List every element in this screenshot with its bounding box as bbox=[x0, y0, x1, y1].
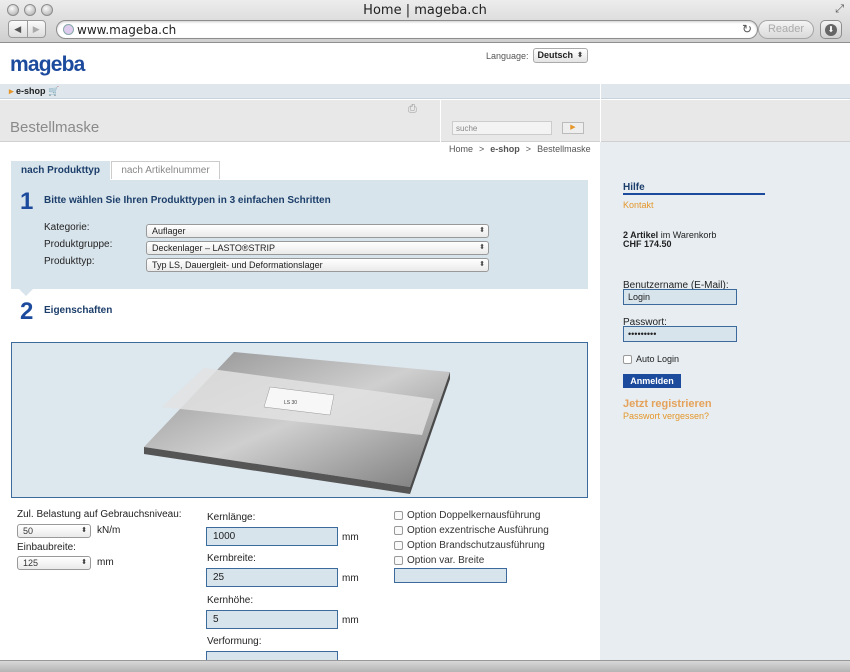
step1-panel: 1 Bitte wählen Sie Ihren Produkttypen in… bbox=[11, 180, 588, 296]
globe-icon bbox=[63, 24, 74, 35]
updown-icon: ⬍ bbox=[81, 559, 87, 566]
help-underline bbox=[623, 193, 765, 195]
core-length-label: Kernlänge: bbox=[207, 512, 256, 523]
downloads-button[interactable]: ⬇ bbox=[820, 20, 842, 39]
produkttyp-select[interactable]: Typ LS, Dauergleit- und Deformationslage… bbox=[146, 258, 489, 272]
reload-icon[interactable]: ↻ bbox=[742, 22, 752, 36]
core-width-input[interactable]: 25 bbox=[206, 568, 338, 587]
kategorie-select[interactable]: Auflager ⬍ bbox=[146, 224, 489, 238]
breadcrumb-separator: > bbox=[479, 144, 485, 154]
address-bar[interactable]: www.mageba.ch ↻ bbox=[56, 20, 758, 39]
history-nav: ◀ ▶ bbox=[8, 20, 46, 38]
core-length-input[interactable]: 1000 bbox=[206, 527, 338, 546]
title-bar: Bestellmaske ⎙ suche ▶ bbox=[0, 100, 850, 142]
updown-icon: ⬍ bbox=[81, 527, 87, 534]
language-label: Language: bbox=[486, 50, 529, 61]
produktgruppe-label: Produktgruppe: bbox=[44, 239, 113, 250]
back-icon[interactable]: ◀ bbox=[9, 21, 27, 37]
step2-title: Eigenschaften bbox=[44, 305, 113, 316]
option-double-core[interactable]: Option Doppelkernausführung bbox=[394, 510, 540, 521]
help-title[interactable]: Hilfe bbox=[623, 182, 645, 193]
fullscreen-icon[interactable]: ⤢ bbox=[835, 3, 844, 16]
pad-label-text: LS 30 bbox=[284, 400, 297, 406]
language-select[interactable]: Deutsch ⬍ bbox=[532, 48, 588, 63]
checkbox[interactable] bbox=[394, 541, 403, 550]
download-icon: ⬇ bbox=[825, 24, 837, 36]
breadcrumb-current: Bestellmaske bbox=[537, 144, 591, 154]
deformation-input[interactable] bbox=[206, 651, 338, 660]
auto-login[interactable]: Auto Login bbox=[623, 354, 679, 364]
core-length-unit: mm bbox=[342, 532, 359, 543]
search-submit-icon[interactable]: ▶ bbox=[562, 122, 584, 134]
load-select[interactable]: 50 ⬍ bbox=[17, 524, 91, 538]
divider bbox=[600, 84, 601, 99]
load-label: Zul. Belastung auf Gebrauchsniveau: bbox=[17, 509, 182, 520]
width-label: Einbaubreite: bbox=[17, 542, 76, 553]
contact-link[interactable]: Kontakt bbox=[623, 200, 654, 210]
product-image: LS 30 bbox=[11, 342, 588, 498]
arrow-icon: ▸ bbox=[9, 86, 14, 96]
core-height-input[interactable]: 5 bbox=[206, 610, 338, 629]
cart-link[interactable]: Warenkorb bbox=[673, 230, 717, 240]
eshop-bar: ▸ e-shop 🛒 bbox=[0, 84, 850, 99]
core-width-unit: mm bbox=[342, 573, 359, 584]
checkbox[interactable] bbox=[394, 526, 403, 535]
cart-total: CHF 174.50 bbox=[623, 239, 672, 249]
step1-title: Bitte wählen Sie Ihren Produkttypen in 3… bbox=[44, 195, 331, 206]
produkttyp-label: Produkttyp: bbox=[44, 256, 95, 267]
updown-icon: ⬍ bbox=[577, 52, 583, 59]
checkbox[interactable] bbox=[623, 354, 632, 364]
bearing-pad-illustration: LS 30 bbox=[144, 352, 450, 494]
updown-icon: ⬍ bbox=[479, 227, 485, 234]
language-switcher: Language: Deutsch ⬍ bbox=[486, 48, 588, 63]
tab-produkttyp[interactable]: nach Produkttyp bbox=[11, 161, 110, 180]
updown-icon: ⬍ bbox=[479, 261, 485, 268]
breadcrumb: Home > e-shop > Bestellmaske bbox=[449, 144, 591, 154]
password-input[interactable]: ••••••••• bbox=[623, 326, 737, 342]
option-eccentric[interactable]: Option exzentrische Ausführung bbox=[394, 525, 549, 536]
print-icon[interactable]: ⎙ bbox=[408, 103, 417, 116]
option-fire-protection[interactable]: Option Brandschutzausführung bbox=[394, 540, 545, 551]
reader-button[interactable]: Reader bbox=[758, 20, 814, 39]
core-height-label: Kernhöhe: bbox=[207, 595, 254, 606]
checkbox[interactable] bbox=[394, 556, 403, 565]
divider bbox=[440, 100, 441, 142]
mageba-logo[interactable]: mageba bbox=[10, 53, 85, 77]
option-var-width[interactable]: Option var. Breite bbox=[394, 555, 484, 566]
browser-chrome: Home | mageba.ch ⤢ ◀ ▶ www.mageba.ch ↻ R… bbox=[0, 0, 850, 43]
username-input[interactable]: Login bbox=[623, 289, 737, 305]
step1-number: 1 bbox=[20, 188, 34, 215]
produktgruppe-select[interactable]: Deckenlager – LASTO®STRIP ⬍ bbox=[146, 241, 489, 255]
updown-icon: ⬍ bbox=[479, 244, 485, 251]
tab-artikelnummer[interactable]: nach Artikelnummer bbox=[111, 161, 220, 179]
url-text[interactable]: www.mageba.ch bbox=[77, 23, 176, 37]
load-unit: kN/m bbox=[97, 525, 121, 536]
divider bbox=[600, 100, 601, 142]
cart-icon: 🛒 bbox=[48, 86, 60, 96]
eshop-link[interactable]: ▸ e-shop 🛒 bbox=[9, 86, 59, 97]
checkbox[interactable] bbox=[394, 511, 403, 520]
step2-number: 2 bbox=[20, 298, 34, 325]
browser-bottom-bar bbox=[0, 660, 850, 672]
page-title: Bestellmaske bbox=[10, 119, 100, 136]
kategorie-label: Kategorie: bbox=[44, 222, 90, 233]
search-input[interactable]: suche bbox=[452, 121, 552, 135]
login-button[interactable]: Anmelden bbox=[623, 374, 681, 388]
width-unit: mm bbox=[97, 557, 114, 568]
var-width-input[interactable] bbox=[394, 568, 507, 583]
forward-icon[interactable]: ▶ bbox=[26, 21, 46, 37]
breadcrumb-eshop[interactable]: e-shop bbox=[490, 144, 520, 154]
forgot-password-link[interactable]: Passwort vergessen? bbox=[623, 411, 709, 421]
breadcrumb-separator: > bbox=[525, 144, 532, 154]
window-title: Home | mageba.ch bbox=[363, 3, 487, 18]
deformation-label: Verformung: bbox=[207, 636, 262, 647]
breadcrumb-home[interactable]: Home bbox=[449, 144, 473, 154]
width-select[interactable]: 125 ⬍ bbox=[17, 556, 91, 570]
register-link[interactable]: Jetzt registrieren bbox=[623, 398, 712, 410]
core-width-label: Kernbreite: bbox=[207, 553, 256, 564]
web-page: mageba Language: Deutsch ⬍ ▸ e-shop 🛒 Bes… bbox=[0, 44, 850, 660]
core-height-unit: mm bbox=[342, 615, 359, 626]
